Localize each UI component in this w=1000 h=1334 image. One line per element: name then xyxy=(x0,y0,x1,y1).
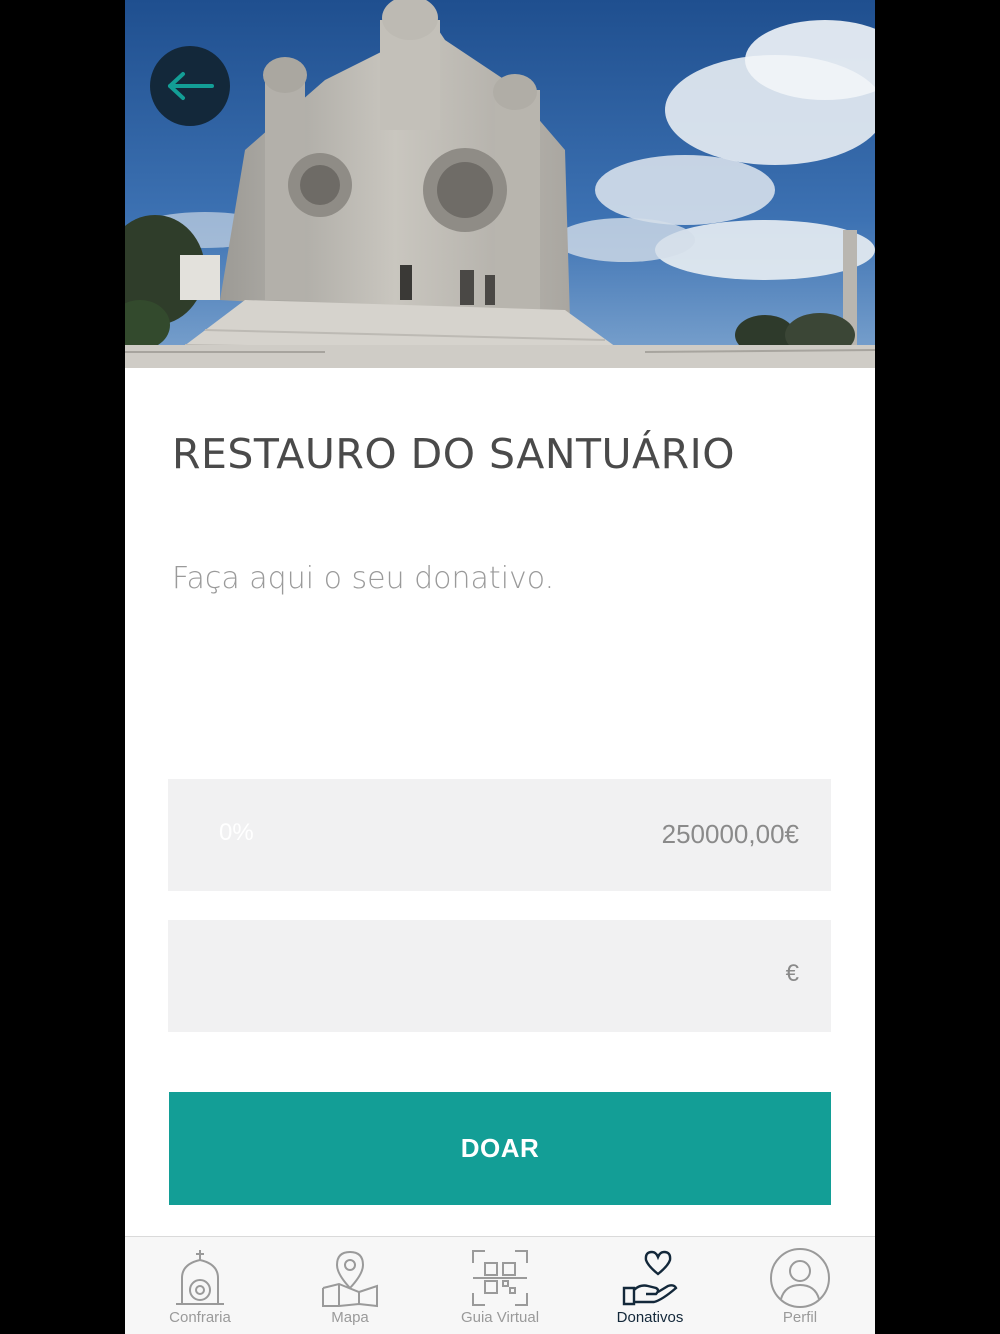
tab-confraria[interactable]: Confraria xyxy=(125,1237,275,1334)
currency-symbol: € xyxy=(785,960,799,987)
tab-bar: Confraria Mapa Guia Virtual Donativos Pe… xyxy=(125,1236,875,1334)
tab-label: Donativos xyxy=(616,1309,684,1326)
user-icon xyxy=(770,1248,830,1308)
tab-mapa[interactable]: Mapa xyxy=(275,1237,425,1334)
arrow-left-icon xyxy=(168,72,214,100)
map-pin-icon xyxy=(322,1250,378,1308)
page-title: RESTAURO DO SANTUÁRIO xyxy=(172,430,735,478)
tab-label: Confraria xyxy=(169,1309,231,1326)
donation-progress: 0% 250000,00€ xyxy=(168,779,831,891)
tab-perfil[interactable]: Perfil xyxy=(725,1237,875,1334)
qr-code-icon xyxy=(472,1250,528,1306)
tab-guia-virtual[interactable]: Guia Virtual xyxy=(425,1237,575,1334)
church-icon xyxy=(176,1250,224,1305)
hero-image xyxy=(125,0,875,368)
progress-goal: 250000,00€ xyxy=(661,819,799,849)
progress-percent: 0% xyxy=(219,819,254,846)
tab-label: Mapa xyxy=(331,1309,369,1326)
tab-donativos[interactable]: Donativos xyxy=(575,1237,725,1334)
donate-button[interactable]: DOAR xyxy=(169,1092,831,1205)
amount-field[interactable]: € xyxy=(168,920,831,1032)
back-button[interactable] xyxy=(150,46,230,126)
tab-label: Perfil xyxy=(782,1309,818,1326)
sanctuary-photo xyxy=(125,0,875,368)
tab-label: Guia Virtual xyxy=(460,1309,540,1326)
screen: RESTAURO DO SANTUÁRIO Faça aqui o seu do… xyxy=(125,0,875,1334)
page-subtitle: Faça aqui o seu donativo. xyxy=(172,561,555,596)
heart-hand-icon xyxy=(622,1250,678,1306)
amount-input[interactable] xyxy=(198,950,762,1004)
